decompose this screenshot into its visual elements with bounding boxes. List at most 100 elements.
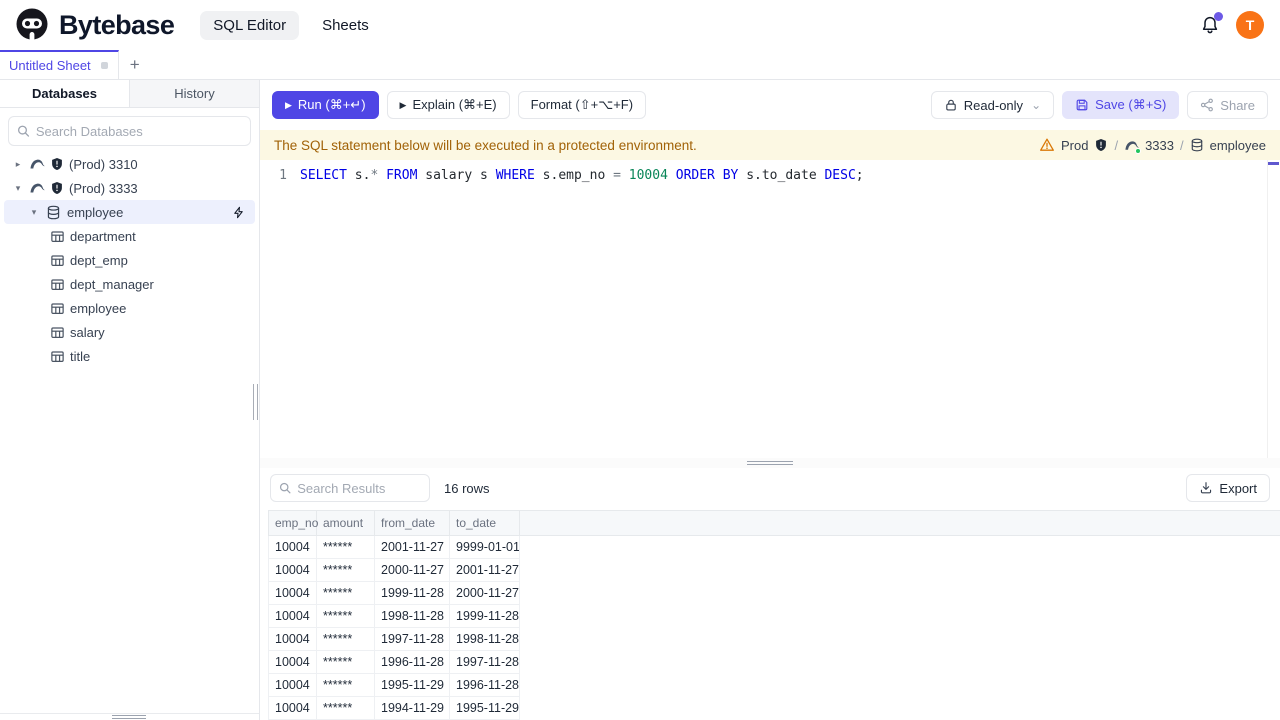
table-cell[interactable]: 1996-11-28 (374, 650, 450, 674)
table-cell[interactable]: 10004 (268, 673, 317, 697)
table-icon (50, 349, 65, 364)
table-cell[interactable]: ****** (316, 673, 375, 697)
table-cell[interactable]: 10004 (268, 604, 317, 628)
tree-table[interactable]: dept_emp (0, 248, 259, 272)
table-cell[interactable]: 1999-11-28 (449, 604, 520, 628)
explain-button[interactable]: ▶ Explain (⌘+E) (386, 91, 510, 119)
sql-statement[interactable]: SELECT s.* FROM salary s WHERE s.emp_no … (300, 168, 864, 183)
table-cell[interactable]: 10004 (268, 696, 317, 720)
unsaved-indicator-dot (100, 62, 108, 69)
divider-drag-handle[interactable] (747, 461, 793, 465)
table-row[interactable]: 10004 ****** 2001-11-27 9999-01-01 (268, 535, 1280, 559)
tree-instance-3333[interactable]: ▾ (Prod) 3333 (0, 176, 259, 200)
tree-table[interactable]: title (0, 344, 259, 368)
user-avatar[interactable]: T (1236, 11, 1264, 39)
table-cell[interactable]: 1998-11-28 (374, 604, 450, 628)
table-cell[interactable]: 10004 (268, 627, 317, 651)
search-icon (279, 482, 291, 494)
table-cell[interactable]: ****** (316, 650, 375, 674)
table-cell[interactable]: ****** (316, 581, 375, 605)
tree-database-employee[interactable]: ▾ employee (4, 200, 255, 224)
sql-token: = (613, 168, 621, 183)
sql-token: 10004 (628, 168, 668, 183)
table-cell[interactable]: 1994-11-29 (374, 696, 450, 720)
sidebar-tab-databases[interactable]: Databases (0, 80, 130, 107)
table-icon (50, 301, 65, 316)
sql-token: SELECT (300, 168, 347, 183)
export-button[interactable]: Export (1186, 474, 1270, 502)
table-cell[interactable]: 10004 (268, 558, 317, 582)
column-header-amount[interactable]: amount (316, 510, 375, 536)
table-cell[interactable]: 2001-11-27 (374, 535, 450, 559)
caret-down-icon[interactable]: ▾ (28, 207, 40, 218)
results-search[interactable] (270, 474, 430, 502)
save-button[interactable]: Save (⌘+S) (1062, 91, 1180, 119)
database-search-input[interactable] (35, 123, 242, 139)
table-icon (50, 277, 65, 292)
caret-down-icon[interactable]: ▾ (12, 183, 24, 194)
table-row[interactable]: 10004 ****** 1994-11-29 1995-11-29 (268, 696, 1280, 720)
column-header-to_date[interactable]: to_date (449, 510, 520, 536)
results-search-input[interactable] (297, 480, 421, 496)
bolt-icon[interactable] (232, 206, 245, 219)
table-cell[interactable]: 1997-11-28 (449, 650, 520, 674)
table-cell[interactable]: 10004 (268, 581, 317, 605)
tree-table[interactable]: dept_manager (0, 272, 259, 296)
sidebar-bottom-resize-handle[interactable] (112, 715, 146, 719)
sql-editor[interactable]: 1 SELECT s.* FROM salary s WHERE s.emp_n… (260, 160, 1280, 458)
table-row[interactable]: 10004 ****** 1999-11-28 2000-11-27 (268, 581, 1280, 605)
table-cell[interactable]: 10004 (268, 650, 317, 674)
tab-sheets[interactable]: Sheets (309, 11, 382, 40)
table-cell[interactable]: ****** (316, 558, 375, 582)
table-cell[interactable]: ****** (316, 604, 375, 628)
notification-bell-button[interactable] (1198, 12, 1223, 37)
connection-status-dot (1135, 147, 1142, 154)
table-row[interactable]: 10004 ****** 1995-11-29 1996-11-28 (268, 673, 1280, 697)
database-label[interactable]: employee (1210, 138, 1266, 153)
table-cell[interactable]: 9999-01-01 (449, 535, 520, 559)
table-row[interactable]: 10004 ****** 1997-11-28 1998-11-28 (268, 627, 1280, 651)
column-header-emp_no[interactable]: emp_no (268, 510, 318, 536)
table-cell[interactable]: ****** (316, 627, 375, 651)
table-row[interactable]: 10004 ****** 1998-11-28 1999-11-28 (268, 604, 1280, 628)
instance-label[interactable]: 3333 (1145, 138, 1174, 153)
table-cell[interactable]: 1996-11-28 (449, 673, 520, 697)
table-label: dept_emp (70, 252, 128, 268)
tree-table[interactable]: department (0, 224, 259, 248)
format-button[interactable]: Format (⇧+⌥+F) (517, 91, 647, 119)
table-cell[interactable]: 1995-11-29 (374, 673, 450, 697)
code-line[interactable]: 1 SELECT s.* FROM salary s WHERE s.emp_n… (260, 166, 1280, 185)
sheet-tab-untitled[interactable]: Untitled Sheet (0, 50, 119, 79)
table-label: salary (70, 324, 105, 340)
run-button[interactable]: ▶ Run (⌘+↵) (272, 91, 379, 119)
tree-instance-3310[interactable]: ▸ (Prod) 3310 (0, 152, 259, 176)
table-cell[interactable]: 2000-11-27 (374, 558, 450, 582)
tree-table[interactable]: salary (0, 320, 259, 344)
table-cell[interactable]: 2000-11-27 (449, 581, 520, 605)
database-tree: ▸ (Prod) 3310 ▾ (Prod) 3333 ▾ employee d… (0, 152, 259, 368)
column-header-from_date[interactable]: from_date (374, 510, 450, 536)
table-cell[interactable]: 10004 (268, 535, 317, 559)
table-cell[interactable]: 2001-11-27 (449, 558, 520, 582)
caret-right-icon[interactable]: ▸ (12, 159, 24, 170)
readonly-mode-dropdown[interactable]: Read-only ⌄ (930, 91, 1055, 119)
table-row[interactable]: 10004 ****** 2000-11-27 2001-11-27 (268, 558, 1280, 582)
tree-table[interactable]: employee (0, 296, 259, 320)
table-cell[interactable]: ****** (316, 535, 375, 559)
editor-overview-ruler[interactable] (1267, 160, 1280, 458)
table-cell[interactable]: ****** (316, 696, 375, 720)
sidebar-tab-history[interactable]: History (130, 80, 259, 107)
table-icon (50, 253, 65, 268)
tab-sql-editor[interactable]: SQL Editor (200, 10, 300, 40)
table-cell[interactable]: 1999-11-28 (374, 581, 450, 605)
table-row[interactable]: 10004 ****** 1996-11-28 1997-11-28 (268, 650, 1280, 674)
add-sheet-button[interactable]: + (119, 50, 151, 79)
database-search[interactable] (8, 116, 251, 146)
editor-results-divider[interactable] (260, 458, 1280, 468)
table-cell[interactable]: 1995-11-29 (449, 696, 520, 720)
table-cell[interactable]: 1998-11-28 (449, 627, 520, 651)
sidebar-resize-handle[interactable] (253, 384, 258, 420)
table-cell[interactable]: 1997-11-28 (374, 627, 450, 651)
share-button[interactable]: Share (1187, 91, 1268, 119)
